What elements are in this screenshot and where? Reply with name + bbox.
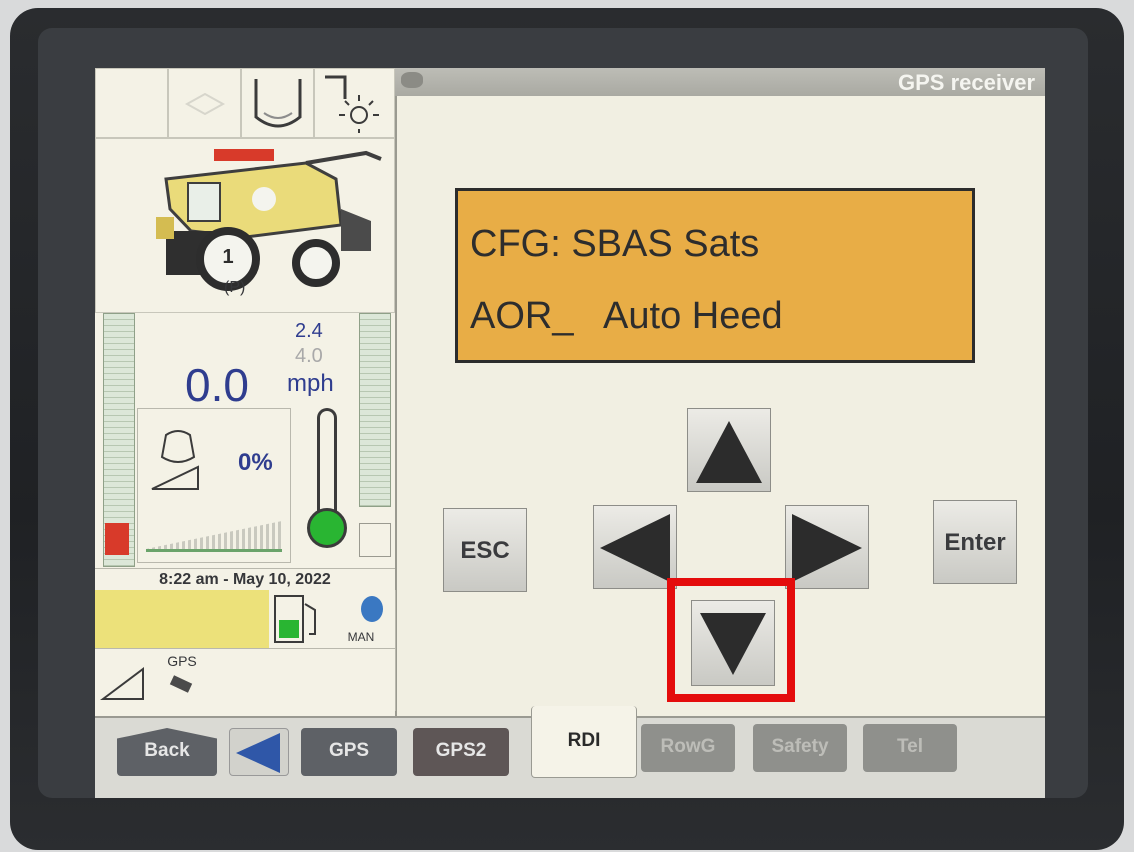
back-button[interactable]: Back <box>117 728 217 776</box>
engine-load-box: 0% <box>137 408 291 563</box>
engine-icon <box>151 430 199 490</box>
indicator-slot-3 <box>211 590 270 648</box>
tab-tel[interactable]: Tel <box>863 724 957 772</box>
title-bar: GPS receiver <box>395 68 1045 96</box>
coolant-temp-gauge <box>303 408 351 558</box>
machine-status-area: 1 (P) <box>95 138 395 313</box>
readout-line-2: AOR_ Auto Heed <box>470 295 783 337</box>
readout-line-1: CFG: SBAS Sats <box>470 223 760 265</box>
tab-gps2[interactable]: GPS2 <box>413 728 509 776</box>
right-arrow-button[interactable] <box>785 505 869 589</box>
speed-lower-limit: 4.0 <box>295 345 323 367</box>
indicator-slot-2 <box>153 590 212 648</box>
right-arrow-icon <box>792 514 862 582</box>
combine-harvester-icon <box>156 149 382 291</box>
right-bar-gauge <box>359 313 391 507</box>
date-time: 8:22 am - May 10, 2022 <box>95 568 395 592</box>
speed-value: 0.0 <box>185 359 249 411</box>
up-arrow-button[interactable] <box>687 408 771 492</box>
empty-slot <box>269 648 328 711</box>
load-baseline <box>146 549 282 552</box>
tab-gps[interactable]: GPS <box>301 728 397 776</box>
prev-arrow-icon <box>236 733 280 773</box>
hydro-icon <box>359 523 391 557</box>
fuel-pump-icon <box>269 590 328 648</box>
machine-number-badge: 1 <box>222 246 234 268</box>
speed-unit: mph <box>287 370 334 397</box>
tab-safety[interactable]: Safety <box>753 724 847 772</box>
moisture-man-icon: MAN <box>327 590 396 648</box>
speed-upper-limit: 2.4 <box>295 320 323 342</box>
tab-rdi[interactable]: RDI <box>531 706 637 778</box>
up-arrow-icon <box>696 421 762 483</box>
satellite-icon <box>401 72 423 88</box>
page-title: GPS receiver <box>898 70 1035 95</box>
left-arrow-button[interactable] <box>593 505 677 589</box>
down-arrow-highlight <box>667 578 795 702</box>
man-label: MAN <box>347 630 375 644</box>
esc-button[interactable]: ESC <box>443 508 527 592</box>
tab-bar: Back GPS GPS2 RDI RowG Safety Tel <box>95 706 1045 798</box>
receiver-readout: CFG: SBAS Sats AOR_ Auto Heed <box>455 188 975 363</box>
gps-status-icon: GPS <box>153 648 212 711</box>
empty-slot <box>95 68 168 138</box>
load-gradient-bar <box>146 521 282 549</box>
display-screen: 1 (P) 0.0 2.4 4.0 mph 0% 8:22 am - May 1… <box>95 68 1045 798</box>
park-brake-indicator: (P) <box>224 279 246 296</box>
empty-slot <box>327 648 396 711</box>
header-tilt-icon <box>95 648 154 711</box>
indicator-slot-1 <box>95 590 154 648</box>
empty-slot <box>211 648 270 711</box>
prev-tabs-button[interactable] <box>229 728 289 776</box>
left-arrow-icon <box>600 514 670 582</box>
fuel-icon <box>105 523 129 555</box>
status-panel: 1 (P) 0.0 2.4 4.0 mph 0% 8:22 am - May 1… <box>95 68 397 716</box>
engine-load-percent: 0% <box>238 449 273 476</box>
enter-button[interactable]: Enter <box>933 500 1017 584</box>
grain-tank-icon <box>241 68 314 138</box>
unload-auger-icon <box>168 68 241 138</box>
tab-rowg[interactable]: RowG <box>641 724 735 772</box>
header-lights-icon <box>314 68 395 138</box>
